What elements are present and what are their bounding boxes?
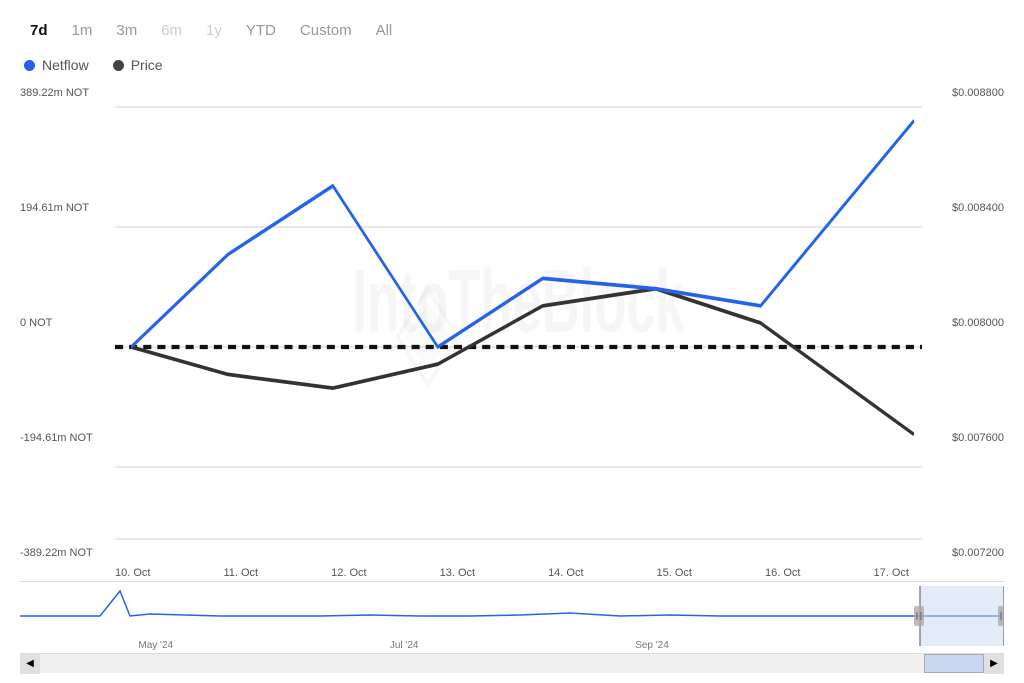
y-right-2: $0.008400 <box>924 202 1004 214</box>
mini-label-may: May '24 <box>138 640 173 651</box>
x-label-1: 10. Oct <box>115 567 150 579</box>
chart-svg-area: IntoTheBlock <box>115 83 922 563</box>
y-left-4: -194.61m NOT <box>20 432 115 444</box>
x-label-6: 15. Oct <box>657 567 692 579</box>
btn-custom[interactable]: Custom <box>290 18 362 43</box>
y-right-1: $0.008800 <box>924 87 1004 99</box>
y-left-1: 389.22m NOT <box>20 87 115 99</box>
scroll-left-button[interactable]: ◀ <box>20 654 40 674</box>
mini-label-sep: Sep '24 <box>635 640 669 651</box>
netflow-dot <box>24 60 35 71</box>
chart-wrapper: 389.22m NOT 194.61m NOT 0 NOT -194.61m N… <box>20 83 1004 673</box>
mini-label-jul: Jul '24 <box>390 640 419 651</box>
scroll-bar: ◀ ▶ <box>20 653 1004 673</box>
mini-netflow-line <box>20 591 1004 616</box>
x-label-7: 16. Oct <box>765 567 800 579</box>
price-label: Price <box>131 57 163 73</box>
y-right-5: $0.007200 <box>924 547 1004 559</box>
netflow-label: Netflow <box>42 57 89 73</box>
legend-price: Price <box>113 57 163 73</box>
btn-6m: 6m <box>151 18 192 43</box>
mini-chart: May '24 Jul '24 Sep '24 <box>20 581 1004 653</box>
mini-handle-left[interactable] <box>914 606 924 626</box>
y-left-5: -389.22m NOT <box>20 547 115 559</box>
x-label-8: 17. Oct <box>873 567 908 579</box>
svg-text:IntoTheBlock: IntoTheBlock <box>352 252 684 351</box>
time-range-bar: 7d 1m 3m 6m 1y YTD Custom All <box>20 18 1004 43</box>
btn-all[interactable]: All <box>366 18 403 43</box>
scroll-right-button[interactable]: ▶ <box>984 654 1004 674</box>
x-axis: 10. Oct 11. Oct 12. Oct 13. Oct 14. Oct … <box>20 563 1004 579</box>
btn-7d[interactable]: 7d <box>20 18 58 43</box>
y-right-4: $0.007600 <box>924 432 1004 444</box>
x-label-3: 12. Oct <box>331 567 366 579</box>
legend-netflow: Netflow <box>24 57 89 73</box>
chart-svg: IntoTheBlock <box>115 83 922 563</box>
y-axis-left: 389.22m NOT 194.61m NOT 0 NOT -194.61m N… <box>20 83 115 563</box>
y-left-3: 0 NOT <box>20 317 115 329</box>
btn-1y: 1y <box>196 18 232 43</box>
y-axis-right: $0.008800 $0.008400 $0.008000 $0.007600 … <box>924 83 1004 563</box>
x-label-5: 14. Oct <box>548 567 583 579</box>
price-dot <box>113 60 124 71</box>
x-label-2: 11. Oct <box>223 567 258 579</box>
scroll-track[interactable] <box>40 654 984 673</box>
chart-legend: Netflow Price <box>20 57 1004 73</box>
main-chart: 389.22m NOT 194.61m NOT 0 NOT -194.61m N… <box>20 83 1004 563</box>
scroll-thumb[interactable] <box>924 654 984 673</box>
btn-1m[interactable]: 1m <box>62 18 103 43</box>
main-container: 7d 1m 3m 6m 1y YTD Custom All Netflow Pr… <box>0 0 1024 683</box>
y-right-3: $0.008000 <box>924 317 1004 329</box>
btn-3m[interactable]: 3m <box>106 18 147 43</box>
btn-ytd[interactable]: YTD <box>236 18 286 43</box>
mini-selection <box>920 586 1004 646</box>
mini-chart-svg <box>20 586 1004 646</box>
x-label-4: 13. Oct <box>440 567 475 579</box>
y-left-2: 194.61m NOT <box>20 202 115 214</box>
